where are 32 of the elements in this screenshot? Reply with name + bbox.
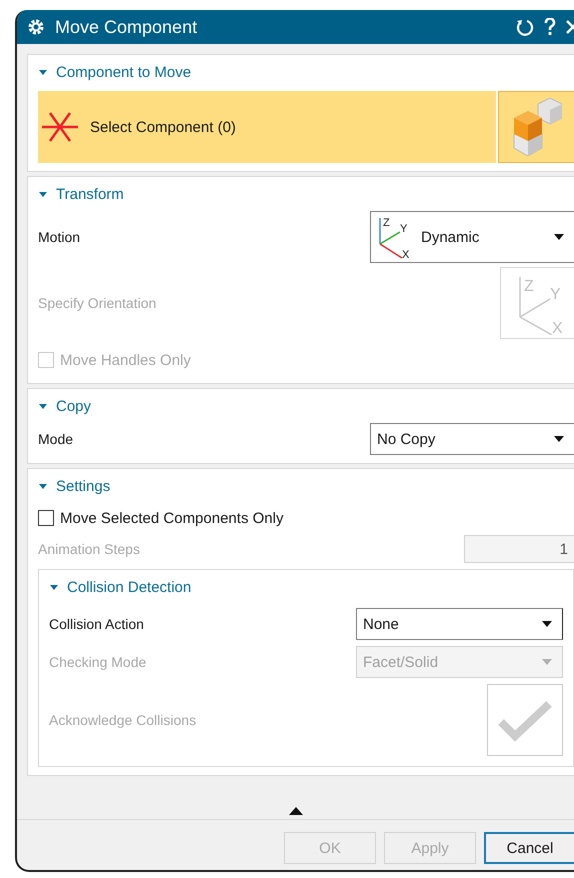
selection-label: Select Component (0) <box>90 118 236 136</box>
field-label: Mode <box>38 431 74 447</box>
dropdown[interactable]: Z Y X Dynamic <box>370 211 574 263</box>
expand-button[interactable] <box>288 807 302 815</box>
cubes-icon <box>512 98 562 156</box>
caret-icon <box>542 659 552 665</box>
reset-icon[interactable] <box>516 18 534 36</box>
selection-bar[interactable]: Select Component (0) <box>38 91 496 163</box>
section-header[interactable]: Settings <box>38 475 574 497</box>
field-label: Checking Mode <box>49 654 146 670</box>
caret-icon <box>554 436 564 442</box>
dialog-button[interactable]: Cancel <box>484 832 574 864</box>
dropdown[interactable]: None <box>356 608 563 640</box>
close-icon[interactable] <box>566 19 574 35</box>
caret-icon <box>554 234 564 240</box>
gear-icon <box>27 18 45 36</box>
dropdown[interactable]: No Copy <box>370 423 574 455</box>
group-header[interactable]: Collision Detection <box>49 576 573 598</box>
section-header[interactable]: Transform <box>38 183 574 205</box>
caret-icon <box>542 621 552 627</box>
field-label: Acknowledge Collisions <box>49 712 196 728</box>
component-button[interactable] <box>498 91 574 163</box>
field-label: Animation Steps <box>38 541 140 557</box>
section-header[interactable]: Copy <box>38 395 574 417</box>
field-label: Specify Orientation <box>38 295 156 311</box>
checkmark-icon <box>497 698 553 742</box>
field-label: Collision Action <box>49 616 144 632</box>
window-title: Move Component <box>55 16 198 38</box>
section-header[interactable]: Component to Move <box>38 61 574 83</box>
help-icon[interactable] <box>544 18 556 36</box>
checkbox[interactable]: Move Selected Components Only <box>38 503 574 533</box>
field-label: Motion <box>38 229 80 245</box>
